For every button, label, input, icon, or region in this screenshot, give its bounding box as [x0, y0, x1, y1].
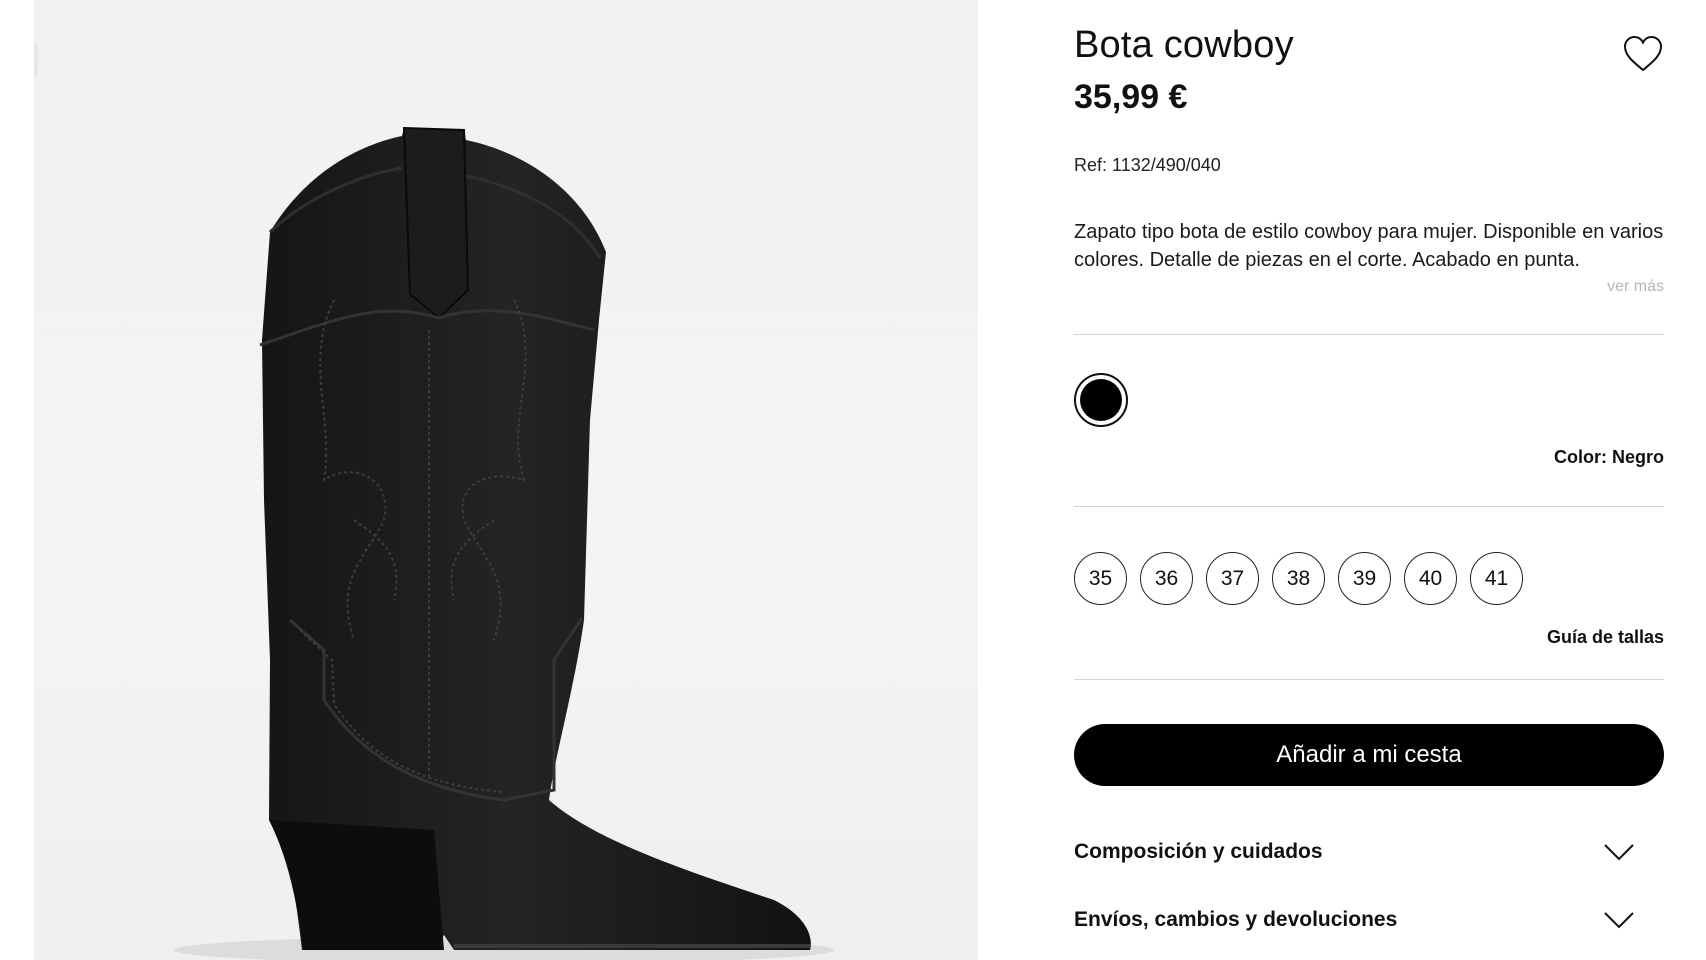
- size-selector: 35 36 37 38 39 40 41: [1074, 552, 1523, 605]
- size-option-40[interactable]: 40: [1404, 552, 1457, 605]
- size-option-35[interactable]: 35: [1074, 552, 1127, 605]
- product-details: Bota cowboy 35,99 € Ref: 1132/490/040 Za…: [1074, 0, 1664, 960]
- size-option-37[interactable]: 37: [1206, 552, 1259, 605]
- accordion-shipping[interactable]: Envíos, cambios y devoluciones: [1074, 900, 1664, 940]
- accordion-label: Composición y cuidados: [1074, 840, 1323, 863]
- product-price: 35,99 €: [1074, 78, 1188, 116]
- product-image: [34, 0, 978, 960]
- chevron-down-icon: [1604, 912, 1634, 929]
- color-swatch-negro[interactable]: [1074, 373, 1128, 427]
- product-reference: Ref: 1132/490/040: [1074, 155, 1221, 175]
- heart-icon: [1623, 35, 1663, 72]
- size-option-39[interactable]: 39: [1338, 552, 1391, 605]
- product-description: Zapato tipo bota de estilo cowboy para m…: [1074, 221, 1664, 271]
- selected-color-label: Color: Negro: [1554, 447, 1664, 467]
- favorite-button[interactable]: [1622, 34, 1664, 74]
- divider: [1074, 506, 1664, 507]
- size-option-41[interactable]: 41: [1470, 552, 1523, 605]
- divider: [1074, 334, 1664, 335]
- color-swatch-fill: [1080, 379, 1122, 421]
- size-option-36[interactable]: 36: [1140, 552, 1193, 605]
- product-page: Bota cowboy 35,99 € Ref: 1132/490/040 Za…: [0, 0, 1706, 960]
- chevron-down-icon: [1604, 844, 1634, 861]
- size-option-38[interactable]: 38: [1272, 552, 1325, 605]
- product-title: Bota cowboy: [1074, 24, 1294, 66]
- size-guide-link[interactable]: Guía de tallas: [1547, 627, 1664, 648]
- accordion-composition[interactable]: Composición y cuidados: [1074, 832, 1664, 872]
- divider: [1074, 679, 1664, 680]
- see-more-link[interactable]: ver más: [1607, 278, 1664, 296]
- accordion-label: Envíos, cambios y devoluciones: [1074, 908, 1398, 931]
- cowboy-boot-image: [174, 126, 834, 960]
- add-to-cart-button[interactable]: Añadir a mi cesta: [1074, 724, 1664, 786]
